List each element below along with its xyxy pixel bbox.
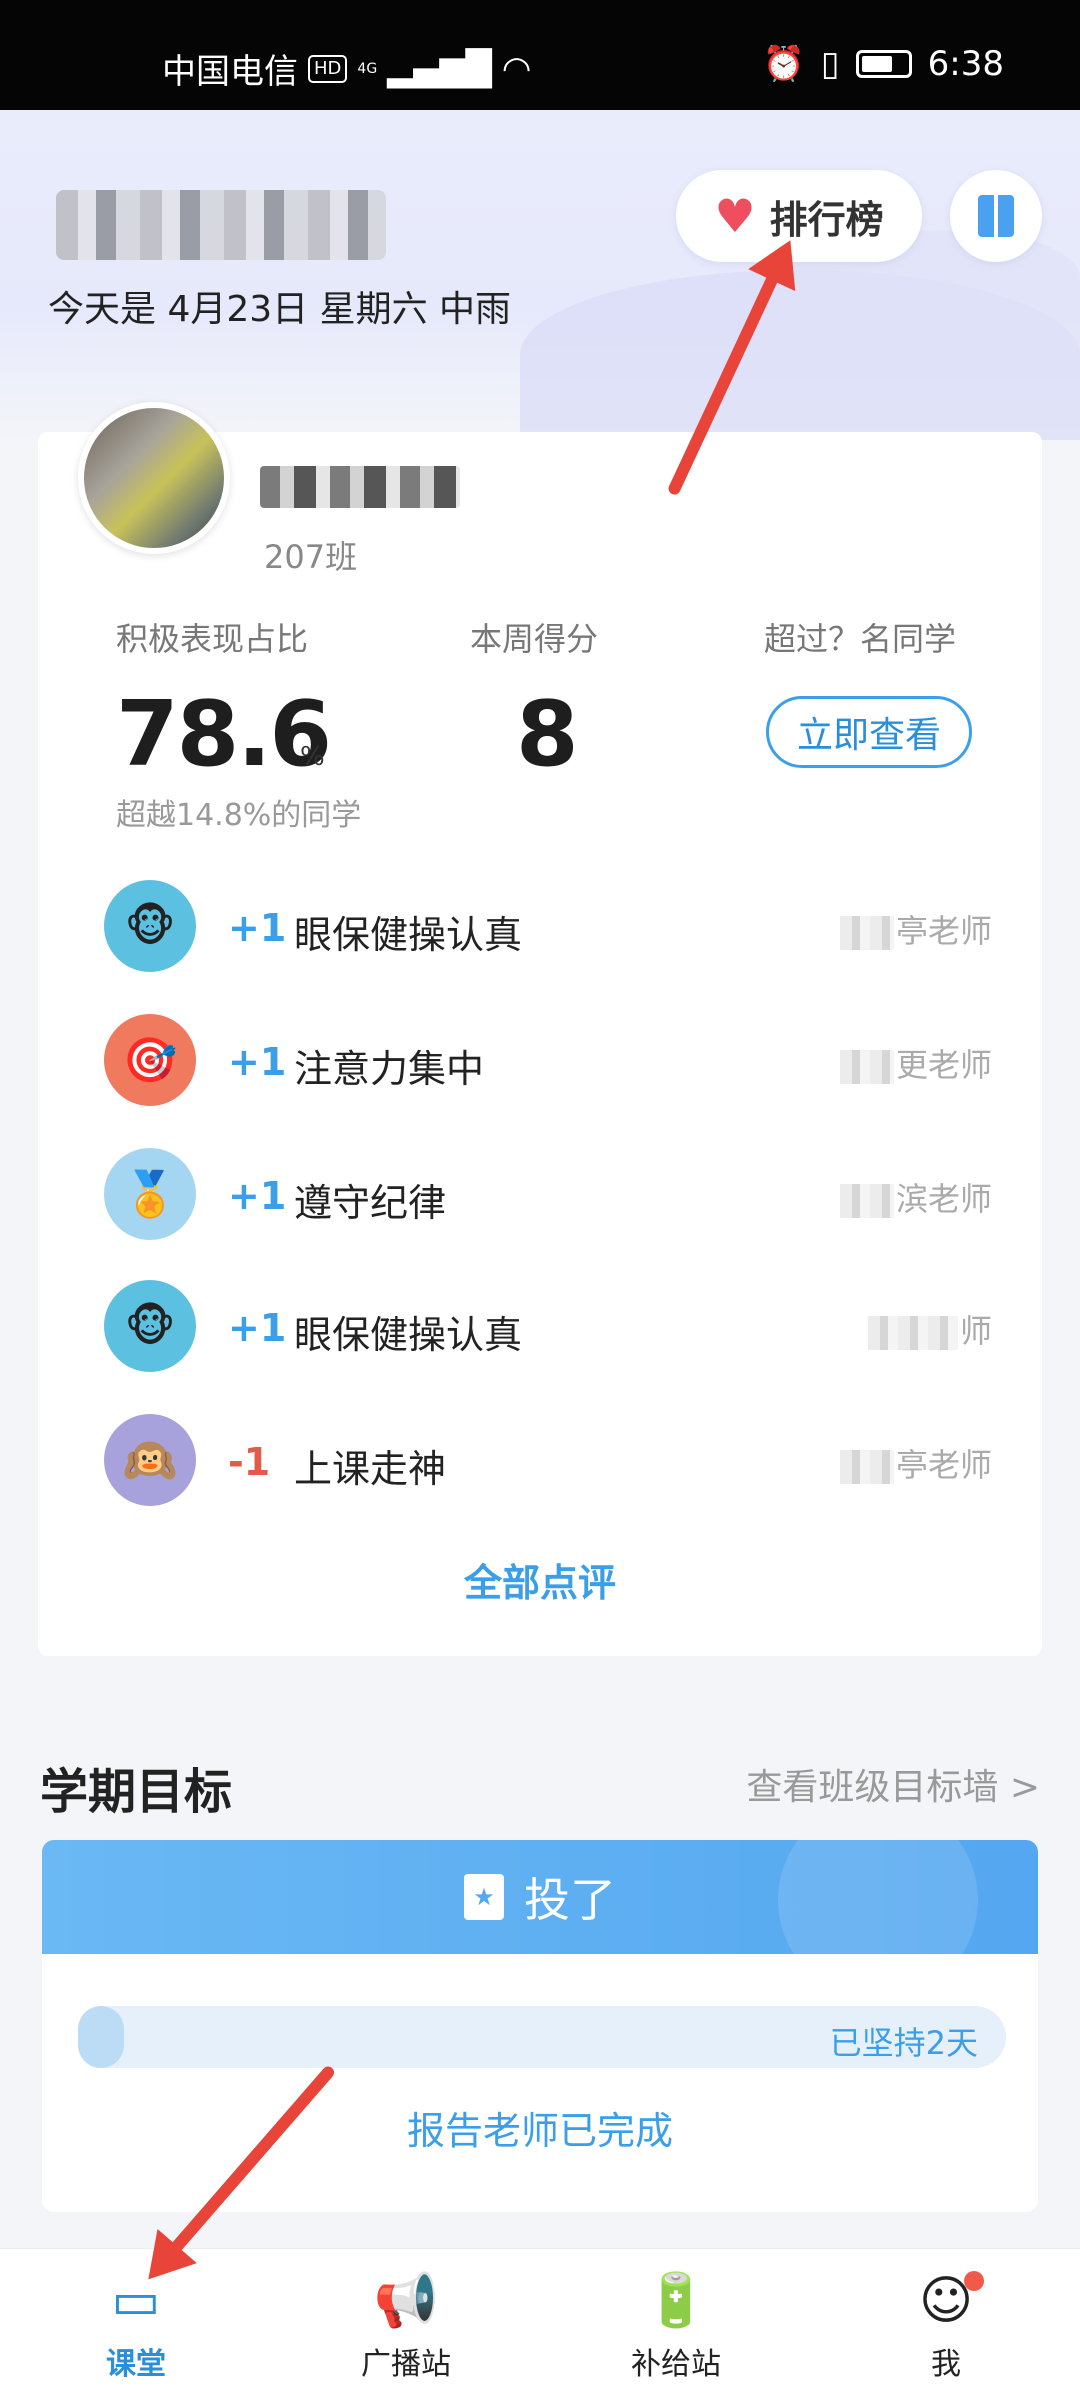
student-name-redacted bbox=[260, 466, 460, 508]
goal-name: 投了 bbox=[524, 1873, 616, 1927]
class-name: 207班 bbox=[264, 538, 358, 576]
record-score: +1 bbox=[228, 1174, 287, 1218]
date-weather-line: 今天是 4月23日 星期六 中雨 bbox=[48, 289, 512, 330]
teacher-name-redacted bbox=[839, 916, 894, 950]
record-score: +1 bbox=[228, 906, 287, 950]
network-type: 4G bbox=[357, 60, 378, 77]
status-left: 中国电信 HD 4G ▂▄▆█ ◠ bbox=[162, 44, 531, 93]
view-now-button[interactable]: 立即查看 bbox=[766, 696, 972, 768]
megaphone-icon: 📢 bbox=[373, 2271, 439, 2331]
battery-icon: 🔋 bbox=[643, 2271, 709, 2331]
clock: 6:38 bbox=[927, 44, 1004, 84]
header: 今天是 4月23日 星期六 中雨 ♥ 排行榜 bbox=[0, 110, 1080, 440]
nav-broadcast[interactable]: 📢 广播站 bbox=[326, 2271, 486, 2383]
all-comments-link[interactable]: 全部点评 bbox=[38, 1552, 1042, 1607]
list-item[interactable]: 🐵 +1 眼保健操认真 亭老师 bbox=[104, 876, 1004, 976]
nav-label: 课堂 bbox=[106, 2347, 166, 2382]
signal-icon: ▂▄▆█ bbox=[387, 48, 492, 89]
score-title: 本周得分 bbox=[470, 620, 599, 658]
ranking-label: 排行榜 bbox=[769, 197, 884, 242]
report-teacher-button[interactable]: 报告老师已完成 bbox=[42, 2100, 1038, 2155]
record-text: 眼保健操认真 bbox=[294, 1313, 523, 1357]
ratio-value: 78.6 bbox=[116, 682, 332, 787]
alarm-icon: ⏰ bbox=[762, 44, 805, 84]
section-title: 学期目标 bbox=[40, 1764, 233, 1820]
nav-label: 补给站 bbox=[631, 2347, 721, 2382]
nav-supply[interactable]: 🔋 补给站 bbox=[596, 2271, 756, 2383]
hd-badge: HD bbox=[308, 54, 348, 83]
avatar[interactable] bbox=[78, 402, 230, 554]
medal-icon: 🏅 bbox=[104, 1148, 196, 1240]
goal-progress-bar: 已坚持2天 bbox=[78, 2006, 1006, 2068]
teacher-name-redacted bbox=[839, 1184, 894, 1218]
banner-decoration bbox=[778, 1840, 978, 2000]
student-card: 207班 积极表现占比 本周得分 超过？名同学 78.6 % 8 超越14.8%… bbox=[38, 402, 1042, 1656]
record-teacher: 亭老师 bbox=[839, 1440, 992, 1486]
status-right: ⏰ ▯ 6:38 bbox=[763, 44, 1004, 84]
record-teacher: 师 bbox=[867, 1306, 992, 1352]
goal-banner[interactable]: ★ 投了 bbox=[42, 1840, 1038, 2000]
record-score: +1 bbox=[228, 1306, 287, 1350]
nav-classroom[interactable]: ▭ 课堂 bbox=[56, 2271, 216, 2383]
heart-icon: ♥ bbox=[714, 189, 756, 243]
progress-label: 已坚持2天 bbox=[829, 2024, 978, 2062]
battery-icon bbox=[855, 50, 912, 78]
record-text: 上课走神 bbox=[294, 1447, 447, 1491]
ratio-subtext: 超越14.8%的同学 bbox=[116, 798, 362, 833]
teacher-name-redacted bbox=[839, 1450, 894, 1484]
record-text: 注意力集中 bbox=[294, 1047, 485, 1091]
record-score: +1 bbox=[228, 1040, 287, 1084]
record-teacher: 滨老师 bbox=[839, 1174, 992, 1220]
nav-me[interactable]: ☺ 我 bbox=[866, 2271, 1026, 2383]
monkey-icon: 🐵 bbox=[104, 1280, 196, 1372]
profile-icon: ☺ bbox=[918, 2271, 974, 2331]
teacher-name-redacted bbox=[867, 1316, 958, 1350]
record-score: -1 bbox=[228, 1440, 271, 1484]
nav-label: 我 bbox=[931, 2347, 961, 2382]
nav-label: 广播站 bbox=[361, 2347, 451, 2382]
ratio-title: 积极表现占比 bbox=[116, 620, 309, 658]
list-item[interactable]: 🎯 +1 注意力集中 更老师 bbox=[104, 1010, 1004, 1110]
progress-fill bbox=[78, 2006, 125, 2068]
carrier-label: 中国电信 bbox=[162, 52, 298, 92]
vibrate-icon: ▯ bbox=[820, 44, 840, 84]
classroom-icon: ▭ bbox=[111, 2271, 161, 2331]
notification-dot bbox=[964, 2271, 984, 2291]
record-teacher: 更老师 bbox=[839, 1040, 992, 1086]
list-item[interactable]: 🐵 +1 眼保健操认真 师 bbox=[104, 1276, 1004, 1376]
list-item[interactable]: 🏅 +1 遵守纪律 滨老师 bbox=[104, 1144, 1004, 1244]
record-teacher: 亭老师 bbox=[839, 906, 992, 952]
record-text: 遵守纪律 bbox=[294, 1181, 447, 1225]
list-item[interactable]: 🙉 -1 上课走神 亭老师 bbox=[104, 1410, 1004, 1510]
goal-card: ★ 投了 已坚持2天 报告老师已完成 bbox=[42, 1840, 1038, 2212]
exceed-title: 超过？名同学 bbox=[764, 620, 957, 658]
teacher-name-redacted bbox=[839, 1050, 894, 1084]
monkey-icon: 🐵 bbox=[104, 880, 196, 972]
greeting-redacted bbox=[56, 190, 386, 260]
score-value: 8 bbox=[516, 682, 579, 787]
monkey-face-icon: 🙉 bbox=[104, 1414, 196, 1506]
book-icon bbox=[978, 195, 1014, 237]
record-text: 眼保健操认真 bbox=[294, 913, 523, 957]
status-bar: 中国电信 HD 4G ▂▄▆█ ◠ ⏰ ▯ 6:38 bbox=[0, 0, 1080, 110]
wifi-icon: ◠ bbox=[501, 48, 532, 89]
ratio-unit: % bbox=[300, 742, 325, 772]
book-button[interactable] bbox=[950, 170, 1042, 262]
goal-wall-link[interactable]: 查看班级目标墙 > bbox=[746, 1758, 1040, 1810]
target-icon: 🎯 bbox=[104, 1014, 196, 1106]
bookmark-star-icon: ★ bbox=[464, 1874, 504, 1920]
